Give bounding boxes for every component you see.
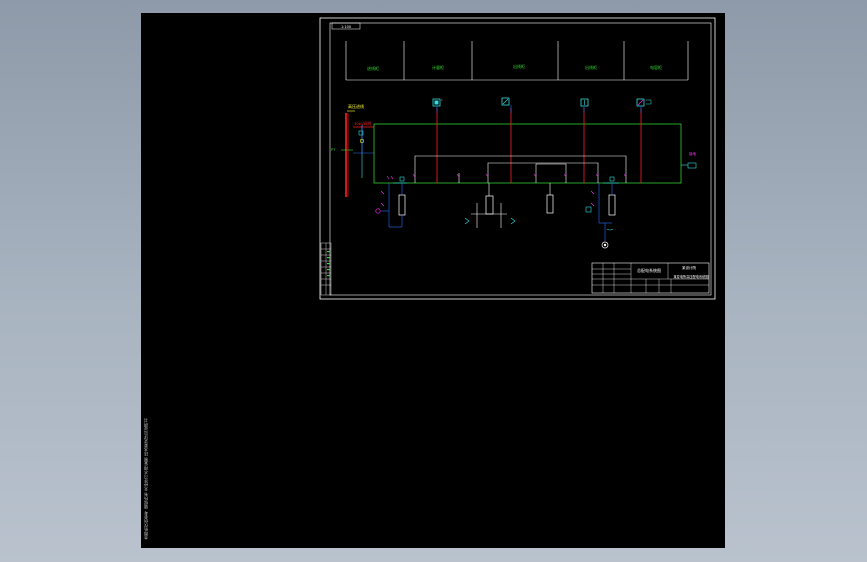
red-feeders bbox=[436, 108, 642, 183]
panel-header-table: 进线柜 计量柜 出线柜 出线柜 电容柜 bbox=[345, 41, 689, 81]
center-transformer-circuit bbox=[464, 183, 516, 228]
breaker-symbols bbox=[386, 173, 627, 180]
title-block: 总配电系统图 某设计院 某变电所高压配电系统图 bbox=[591, 262, 710, 294]
panel-label-2: 计量柜 bbox=[432, 64, 444, 70]
left-outgoing-circuit bbox=[375, 183, 406, 228]
scale-tag: 1:100 bbox=[341, 25, 351, 29]
drawing-name: 总配电系统图 bbox=[637, 267, 661, 273]
center-right-cell bbox=[546, 183, 554, 214]
bus-tie-lines bbox=[414, 155, 627, 183]
svg-text:k: k bbox=[441, 98, 443, 102]
panel-label-1: 进线柜 bbox=[367, 65, 379, 71]
cyan-taps bbox=[393, 176, 619, 184]
left-instrument-group: PT bbox=[331, 125, 374, 178]
right-mark: 接地 bbox=[689, 151, 697, 156]
electrical-drawing: 1:100 进线柜 计量柜 出线柜 出线柜 电容柜 高压进线 10kV母线 PT… bbox=[319, 17, 716, 300]
top-devices: k bbox=[432, 97, 652, 113]
side-note: 本图纸仅供参考 版权所有 未经许可不得复制 技术要求详见说明书 bbox=[143, 417, 148, 540]
switchgear-bus-frame bbox=[373, 123, 682, 184]
panel-label-3: 出线柜 bbox=[513, 63, 525, 69]
right-outgoing-circuit bbox=[585, 183, 616, 249]
sheet-outer-border bbox=[319, 17, 716, 300]
left-mark: PT bbox=[331, 148, 336, 152]
panel-label-5: 电容柜 bbox=[650, 64, 662, 70]
panel-label-4: 出线柜 bbox=[585, 64, 597, 70]
cad-viewport[interactable]: 1:100 进线柜 计量柜 出线柜 出线柜 电容柜 高压进线 10kV母线 PT… bbox=[141, 13, 725, 548]
company-name: 某设计院 bbox=[682, 265, 696, 270]
busbar-label: 10kV母线 bbox=[354, 121, 371, 126]
revision-strip-marks bbox=[327, 251, 330, 277]
incoming-label: 高压进线 bbox=[348, 103, 364, 109]
drawing-subtitle: 某变电所高压配电系统图 bbox=[673, 274, 708, 279]
right-side-mark: 接地 bbox=[681, 151, 697, 169]
